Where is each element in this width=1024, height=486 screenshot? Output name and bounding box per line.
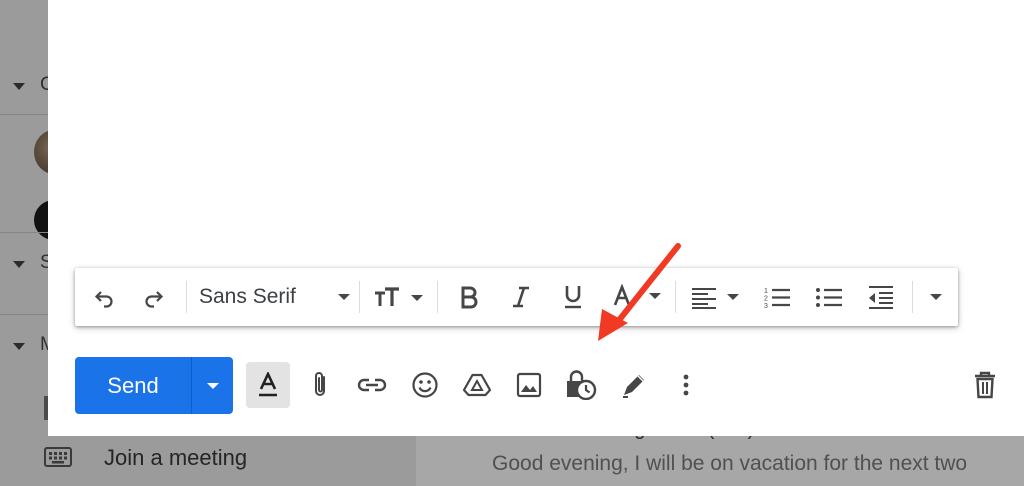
redo-icon[interactable] xyxy=(139,278,169,316)
italic-icon[interactable] xyxy=(505,278,537,316)
formatting-options-icon[interactable] xyxy=(246,362,290,408)
section-collapse-caret[interactable] xyxy=(13,261,25,268)
more-formatting-icon[interactable] xyxy=(923,278,949,316)
section-collapse-caret[interactable] xyxy=(13,83,25,90)
toolbar-separator xyxy=(359,281,360,313)
attach-icon[interactable] xyxy=(298,362,342,408)
emoji-icon[interactable] xyxy=(403,362,447,408)
link-icon[interactable] xyxy=(350,362,394,408)
discard-draft-icon[interactable] xyxy=(963,362,1007,408)
drive-icon[interactable] xyxy=(455,362,499,408)
font-dropdown[interactable]: Sans Serif xyxy=(199,278,351,316)
sidebar-divider xyxy=(0,232,50,233)
underline-icon[interactable] xyxy=(557,278,589,316)
bold-icon[interactable] xyxy=(453,278,485,316)
undo-icon[interactable] xyxy=(89,278,119,316)
join-meeting-link[interactable]: Join a meeting xyxy=(104,445,247,471)
more-options-icon[interactable] xyxy=(664,362,708,408)
section-collapse-caret[interactable] xyxy=(13,343,25,350)
signature-icon[interactable] xyxy=(612,362,656,408)
sidebar-divider xyxy=(0,114,50,115)
email-preview-snippet[interactable]: Good evening, I will be on vacation for … xyxy=(492,452,967,476)
keyboard-icon xyxy=(44,447,72,467)
svg-text:2: 2 xyxy=(764,296,768,303)
svg-text:3: 3 xyxy=(764,303,768,309)
message-body[interactable] xyxy=(48,0,1024,255)
toolbar-separator xyxy=(912,281,913,313)
formatting-toolbar: Sans Serif 1 2 3 xyxy=(75,268,958,326)
toolbar-separator xyxy=(186,281,187,313)
text-size-icon[interactable] xyxy=(373,278,425,316)
toolbar-separator xyxy=(675,281,676,313)
chevron-down-icon xyxy=(206,382,219,389)
confidential-mode-icon[interactable] xyxy=(559,362,603,408)
sidebar-divider xyxy=(0,314,50,315)
chevron-down-icon xyxy=(338,294,350,300)
numbered-list-icon[interactable]: 1 2 3 xyxy=(761,278,793,316)
indent-less-icon[interactable] xyxy=(865,278,897,316)
bulleted-list-icon[interactable] xyxy=(813,278,845,316)
font-name-label: Sans Serif xyxy=(199,285,296,308)
send-button-group: Send xyxy=(75,357,233,414)
toolbar-separator xyxy=(437,281,438,313)
align-icon[interactable] xyxy=(689,278,745,316)
schedule-send-dropdown[interactable] xyxy=(192,357,233,414)
text-color-icon[interactable] xyxy=(609,278,665,316)
svg-text:1: 1 xyxy=(764,288,768,295)
photo-icon[interactable] xyxy=(507,362,551,408)
send-button[interactable]: Send xyxy=(75,357,191,414)
